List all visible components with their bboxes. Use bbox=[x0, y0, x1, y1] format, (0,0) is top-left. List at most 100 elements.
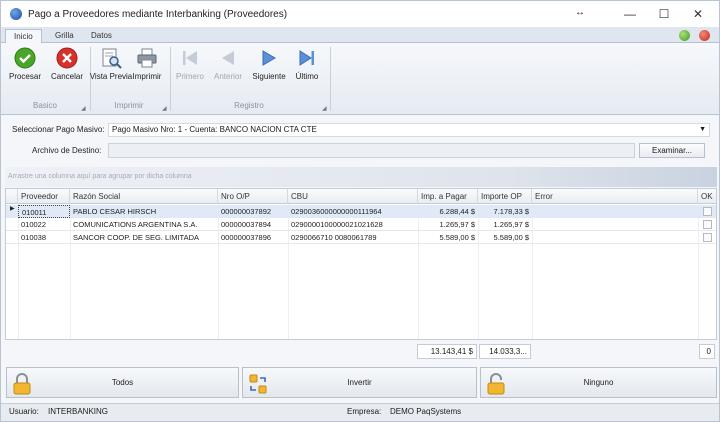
cell-error[interactable] bbox=[532, 231, 698, 244]
pago-masivo-select[interactable]: Pago Masivo Nro: 1 - Cuenta: BANCO NACIO… bbox=[108, 123, 710, 137]
cell-importe-op[interactable]: 5.589,00 $ bbox=[478, 231, 532, 244]
next-icon bbox=[258, 47, 280, 69]
cell-nro-op[interactable]: 000000037892 bbox=[218, 205, 288, 218]
column-header-importe-op[interactable]: Importe OP bbox=[478, 189, 532, 204]
title-bar: Pago a Proveedores mediante Interbanking… bbox=[1, 1, 719, 27]
group-label-registro: Registro bbox=[234, 101, 264, 110]
column-header-nro-op[interactable]: Nro O/P bbox=[218, 189, 288, 204]
refresh-icon[interactable] bbox=[679, 30, 690, 41]
siguiente-label: Siguiente bbox=[252, 72, 286, 81]
group-by-panel[interactable]: Arrastre una columna aquí para agrupar p… bbox=[5, 167, 717, 187]
cancel-icon bbox=[56, 47, 78, 69]
minimize-button[interactable]: — bbox=[613, 1, 647, 27]
row-indicator-header bbox=[6, 189, 18, 204]
empresa-value: DEMO PaqSystems bbox=[390, 407, 462, 416]
cell-error[interactable] bbox=[532, 205, 698, 218]
table-row[interactable]: 010022 COMUNICATIONS ARGENTINA S.A. 0000… bbox=[6, 218, 716, 231]
window-title: Pago a Proveedores mediante Interbanking… bbox=[28, 8, 288, 20]
column-header-error[interactable]: Error bbox=[532, 189, 698, 204]
todos-button[interactable]: Todos bbox=[6, 367, 239, 398]
maximize-button[interactable]: ☐ bbox=[647, 1, 681, 27]
anterior-label: Anterior bbox=[213, 72, 242, 81]
status-bar: Usuario: INTERBANKING Empresa: DEMO PaqS… bbox=[1, 403, 719, 421]
app-icon bbox=[10, 8, 22, 20]
cell-razon-social[interactable]: SANCOR COOP. DE SEG. LIMITADA bbox=[70, 231, 218, 244]
cell-imp-a-pagar[interactable]: 1.265,97 $ bbox=[418, 218, 478, 231]
column-header-ok[interactable]: OK bbox=[698, 189, 716, 204]
cell-imp-a-pagar[interactable]: 5.589,00 $ bbox=[418, 231, 478, 244]
empresa-label: Empresa: bbox=[347, 407, 382, 416]
main-window: Pago a Proveedores mediante Interbanking… bbox=[0, 0, 720, 422]
previous-icon bbox=[217, 47, 239, 69]
cancelar-button[interactable]: Cancelar bbox=[45, 47, 89, 93]
pago-masivo-label: Seleccionar Pago Masivo: bbox=[12, 125, 105, 134]
cell-cbu[interactable]: 0290036000000000111964 bbox=[288, 205, 418, 218]
grid-header: Proveedor Razón Social Nro O/P CBU Imp. … bbox=[6, 189, 716, 204]
group-separator bbox=[330, 47, 331, 111]
total-imp-a-pagar: 13.143,41 $ bbox=[417, 344, 477, 359]
imprimir-label: Imprimir bbox=[132, 72, 162, 81]
basico-launcher-icon[interactable]: ◢ bbox=[81, 105, 86, 112]
tab-datos[interactable]: Datos bbox=[83, 29, 120, 43]
cell-razon-social[interactable]: PABLO CESAR HIRSCH bbox=[70, 205, 218, 218]
procesar-label: Procesar bbox=[8, 72, 41, 81]
cell-nro-op[interactable]: 000000037896 bbox=[218, 231, 288, 244]
ok-checkbox[interactable] bbox=[703, 233, 712, 242]
invertir-label: Invertir bbox=[347, 378, 372, 387]
current-row-indicator-icon: ▶ bbox=[10, 206, 15, 212]
table-row[interactable]: 010038 SANCOR COOP. DE SEG. LIMITADA 000… bbox=[6, 231, 716, 244]
grid-footer: 13.143,41 $ 14.033,3... 0 bbox=[5, 342, 717, 361]
column-header-razon-social[interactable]: Razón Social bbox=[70, 189, 218, 204]
close-button[interactable]: ✕ bbox=[681, 1, 715, 27]
total-ok-count: 0 bbox=[699, 344, 715, 359]
cell-error[interactable] bbox=[532, 218, 698, 231]
tab-grilla[interactable]: Grilla bbox=[47, 29, 82, 43]
ok-checkbox[interactable] bbox=[703, 220, 712, 229]
usuario-value: INTERBANKING bbox=[48, 407, 109, 416]
preview-icon bbox=[100, 47, 122, 69]
examinar-button[interactable]: Examinar... bbox=[639, 143, 705, 158]
column-header-cbu[interactable]: CBU bbox=[288, 189, 418, 204]
ninguno-button[interactable]: Ninguno bbox=[480, 367, 717, 398]
check-icon bbox=[14, 47, 36, 69]
cell-cbu[interactable]: 0290066710 0080061789 bbox=[288, 231, 418, 244]
exit-icon[interactable] bbox=[699, 30, 710, 41]
primero-label: Primero bbox=[175, 72, 204, 81]
ok-checkbox[interactable] bbox=[703, 207, 712, 216]
cell-importe-op[interactable]: 1.265,97 $ bbox=[478, 218, 532, 231]
cell-imp-a-pagar[interactable]: 6.288,44 $ bbox=[418, 205, 478, 218]
group-label-basico: Basico bbox=[32, 101, 57, 110]
form-area: Seleccionar Pago Masivo: Pago Masivo Nro… bbox=[1, 115, 719, 165]
usuario-label: Usuario: bbox=[9, 407, 39, 416]
todos-label: Todos bbox=[111, 378, 134, 387]
cell-proveedor[interactable]: 010022 bbox=[18, 218, 70, 231]
procesar-button[interactable]: Procesar bbox=[3, 47, 47, 93]
cell-cbu[interactable]: 0290000100000021021628 bbox=[288, 218, 418, 231]
registro-launcher-icon[interactable]: ◢ bbox=[322, 105, 327, 112]
cell-nro-op[interactable]: 000000037894 bbox=[218, 218, 288, 231]
anterior-button[interactable]: Anterior bbox=[206, 47, 250, 93]
cancelar-label: Cancelar bbox=[50, 72, 83, 81]
resize-icon[interactable]: ↔ bbox=[575, 7, 585, 18]
column-header-imp-a-pagar[interactable]: Imp. a Pagar bbox=[418, 189, 478, 204]
cell-importe-op[interactable]: 7.178,33 $ bbox=[478, 205, 532, 218]
imprimir-button[interactable]: Imprimir bbox=[125, 47, 169, 93]
ultimo-label: Último bbox=[295, 72, 319, 81]
imprimir-launcher-icon[interactable]: ◢ bbox=[162, 105, 167, 112]
ribbon-tab-strip: Inicio Grilla Datos bbox=[1, 27, 719, 43]
last-icon bbox=[296, 47, 318, 69]
group-label-imprimir: Imprimir bbox=[114, 101, 144, 110]
table-row[interactable]: ▶ 010011 PABLO CESAR HIRSCH 000000037892… bbox=[6, 205, 716, 218]
column-header-proveedor[interactable]: Proveedor bbox=[18, 189, 70, 204]
invertir-button[interactable]: Invertir bbox=[242, 367, 477, 398]
ribbon: Procesar Cancelar Basico ◢ Vista Previa … bbox=[1, 43, 719, 115]
dropdown-arrow-icon[interactable]: ▼ bbox=[699, 124, 706, 136]
cell-proveedor[interactable]: 010011 bbox=[18, 205, 70, 218]
cell-razon-social[interactable]: COMUNICATIONS ARGENTINA S.A. bbox=[70, 218, 218, 231]
first-icon bbox=[179, 47, 201, 69]
tab-inicio[interactable]: Inicio bbox=[5, 29, 42, 43]
cell-proveedor[interactable]: 010038 bbox=[18, 231, 70, 244]
pago-masivo-value: Pago Masivo Nro: 1 - Cuenta: BANCO NACIO… bbox=[112, 125, 317, 134]
ultimo-button[interactable]: Último bbox=[285, 47, 329, 93]
archivo-destino-input[interactable] bbox=[108, 143, 635, 158]
